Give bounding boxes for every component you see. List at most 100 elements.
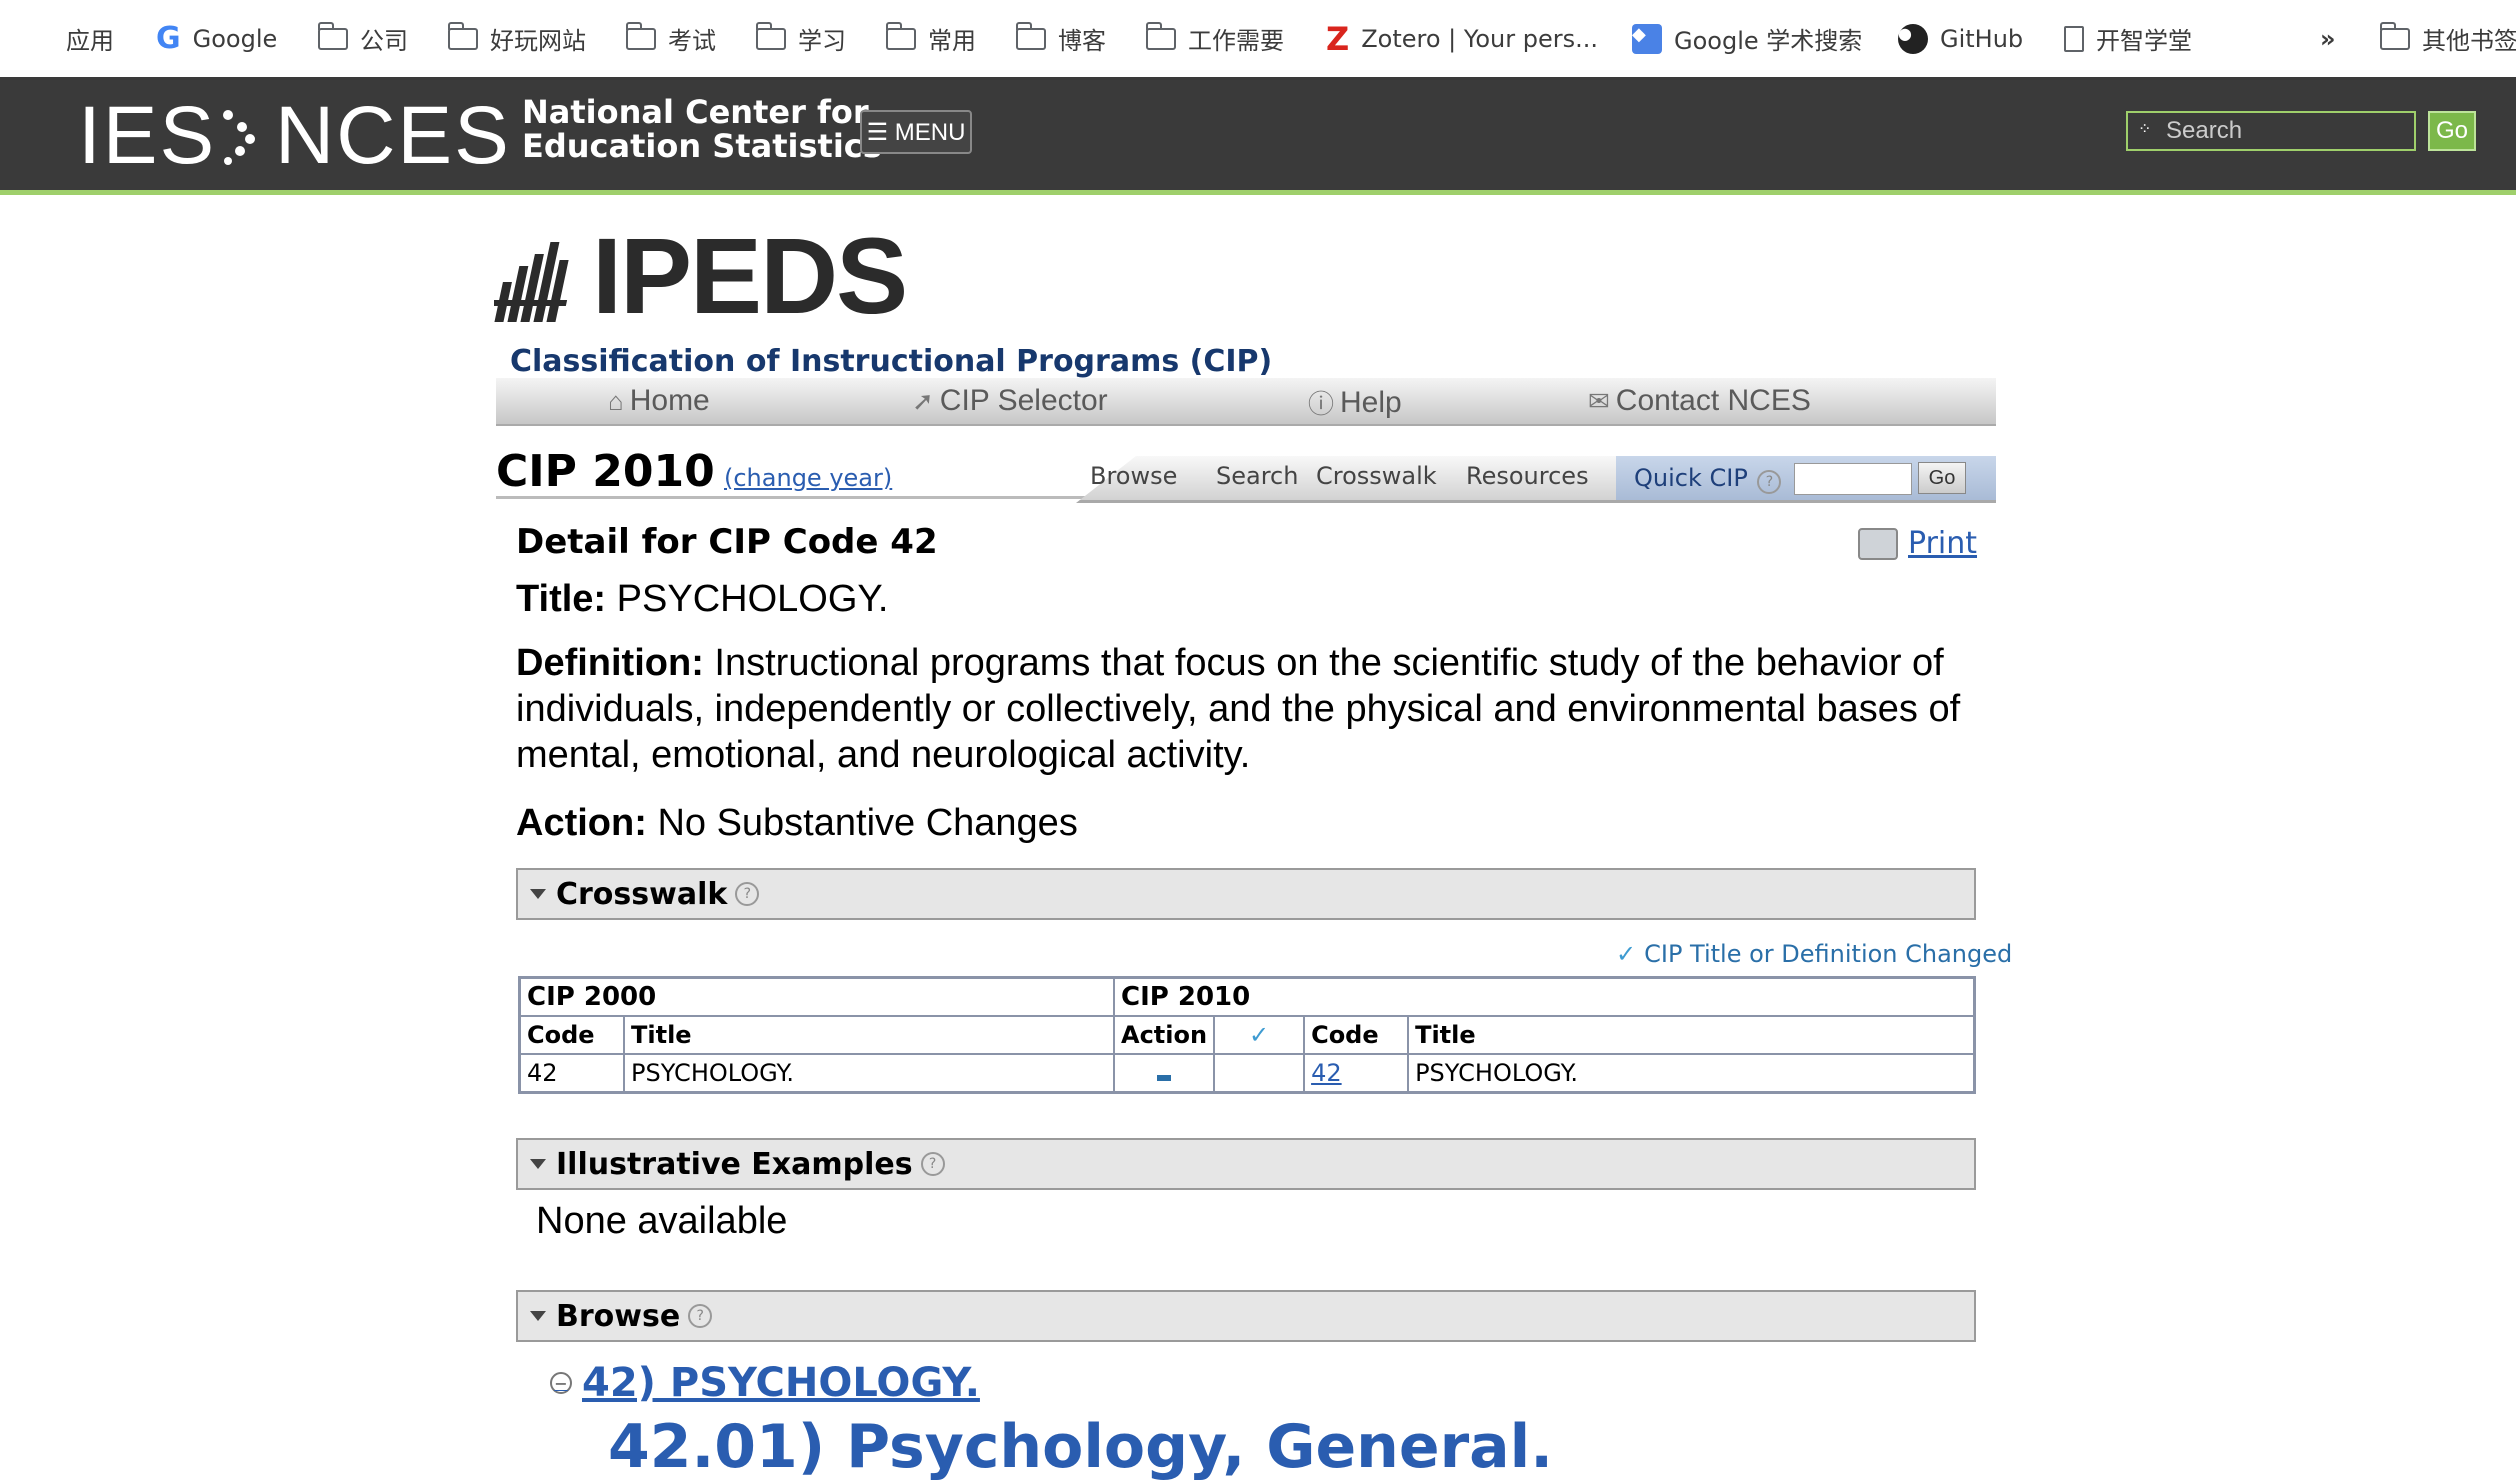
browse-heading: Browse [556,1298,681,1334]
bookmark-label: 其他书签 [2422,27,2516,55]
bookmark-label: Zotero | Your pers... [1361,24,1598,53]
pointer-icon: ➚ [912,385,934,416]
examples-section-toggle[interactable]: Illustrative Examples ? [516,1138,1976,1190]
nces-name-line1: National Center for [522,93,869,131]
bookmark-label: 工作需要 [1188,27,1284,55]
nav-help[interactable]: ⓘ Help [1308,384,1402,421]
table-row: 42 PSYCHOLOGY. 42 PSYCHOLOGY. [518,1053,1976,1094]
col-code-2000: Code [518,1015,625,1055]
nav-label: Home [629,384,710,417]
bookmark-apps[interactable]: 应用 [26,0,114,77]
quick-cip-go-button[interactable]: Go [1918,462,1966,494]
nav-label: Contact NCES [1615,384,1811,417]
nav-contact-nces[interactable]: ✉ Contact NCES [1588,384,1811,418]
folder-icon [625,21,656,50]
zotero-icon: Z [1326,19,1350,58]
cip-toolbar-divider [496,496,1096,499]
quick-cip-label: Quick CIP ? [1634,464,1782,494]
action-line: Action: No Substantive Changes [516,802,1078,845]
github-icon: ● [1898,23,1928,54]
col-title-2000: Title [623,1015,1115,1055]
browse-section-toggle[interactable]: Browse ? [516,1290,1976,1342]
collapse-triangle-icon [530,1159,546,1169]
bookmark-label: 常用 [928,27,976,55]
help-icon[interactable]: ? [1757,470,1782,494]
bookmark-label: 学习 [798,27,846,55]
folder-icon [2379,21,2410,50]
ipeds-bars-icon [494,242,569,322]
quick-cip-input[interactable] [1794,463,1912,495]
mail-icon: ✉ [1588,385,1610,416]
bookmark-label: 考试 [668,27,716,55]
bookmark-folder-work[interactable]: 工作需要 [1145,0,1284,77]
group-cip-2010: CIP 2010 [1113,976,1976,1017]
cip-subtitle: Classification of Instructional Programs… [510,344,1273,379]
col-code-2010: Code [1303,1015,1410,1055]
bookmarks-overflow-button[interactable]: » [2320,0,2336,77]
nces-banner: IES NCES National Center for Education S… [0,77,2516,195]
bookmark-other[interactable]: 其他书签 [2379,0,2516,77]
site-search-input[interactable]: ⁘ Search [2126,111,2416,151]
printer-icon [1858,527,1898,560]
collapse-minus-icon[interactable]: − [550,1372,572,1394]
folder-icon [1145,21,1176,50]
browse-link-label: 42) PSYCHOLOGY. [582,1360,980,1406]
crosswalk-legend: ✓ CIP Title or Definition Changed [1616,940,2012,968]
crosswalk-table: CIP 2000 CIP 2010 Code Title Action ✓ Co… [518,976,1976,1094]
collapse-triangle-icon [530,889,546,899]
search-dots-icon: ⁘ [2138,121,2152,138]
detail-heading: Detail for CIP Code 42 [516,522,938,562]
ipeds-logo[interactable]: IPEDS [494,222,908,330]
bookmark-google[interactable]: G Google [156,0,277,77]
site-search-go-button[interactable]: Go [2428,111,2476,151]
bookmark-folder-blogs[interactable]: 博客 [1015,0,1106,77]
ipeds-navbar: ⌂ Home ➚ CIP Selector ⓘ Help ✉ Contact N… [496,378,1996,426]
cip-code-link[interactable]: 42 [1311,1059,1342,1087]
folder-icon [755,21,786,50]
table-header-row: Code Title Action ✓ Code Title [518,1015,1976,1055]
examples-heading: Illustrative Examples [556,1146,913,1182]
tab-search[interactable]: Search [1216,462,1298,490]
no-change-icon [1157,1075,1172,1081]
bookmark-folder-fun-sites[interactable]: 好玩网站 [447,0,586,77]
print-link[interactable]: Print [1858,526,1977,561]
title-value: PSYCHOLOGY. [616,578,889,620]
browse-subitem[interactable]: 42.01) Psychology, General. [608,1412,1553,1482]
bookmark-google-scholar[interactable]: ◆ Google 学术搜索 [1632,0,1862,77]
definition-value: Instructional programs that focus on the… [516,642,1961,776]
tab-crosswalk[interactable]: Crosswalk [1316,462,1437,490]
ies-logo[interactable]: IES [78,89,216,183]
bookmark-folder-exams[interactable]: 考试 [625,0,716,77]
bookmark-folder-study[interactable]: 学习 [755,0,846,77]
title-line: Title: PSYCHOLOGY. [516,578,888,621]
print-label: Print [1908,526,1978,561]
collapse-triangle-icon [530,1311,546,1321]
menu-button[interactable]: ☰ MENU [860,110,972,154]
bookmark-zotero[interactable]: Z Zotero | Your pers... [1326,0,1598,77]
crosswalk-section-toggle[interactable]: Crosswalk ? [516,868,1976,920]
quick-cip-text: Quick CIP [1634,464,1748,492]
bookmark-github[interactable]: ● GitHub [1898,0,2023,77]
ies-nces-dots-icon [223,110,255,165]
tab-browse[interactable]: Browse [1090,462,1177,490]
cell-code-2000: 42 [518,1053,625,1094]
bookmark-label: 应用 [66,27,114,55]
cip-toolbar: CIP 2010 (change year) Browse Search Cro… [496,444,1996,503]
help-icon[interactable]: ? [920,1152,945,1176]
nces-logo[interactable]: NCES [275,89,511,183]
table-group-row: CIP 2000 CIP 2010 [518,976,1976,1017]
cell-code-2010: 42 [1303,1053,1410,1094]
bookmark-label: 公司 [360,27,408,55]
help-icon: ⓘ [1308,389,1335,419]
bookmark-folder-company[interactable]: 公司 [317,0,408,77]
help-icon[interactable]: ? [688,1304,713,1328]
bookmark-kaizhi[interactable]: 开智学堂 [2064,0,2192,77]
change-year-link[interactable]: (change year) [724,464,892,492]
bookmark-folder-common[interactable]: 常用 [885,0,976,77]
nav-cip-selector[interactable]: ➚ CIP Selector [912,384,1108,418]
search-placeholder: Search [2166,117,2243,144]
nav-home[interactable]: ⌂ Home [608,384,710,418]
browse-tree-item[interactable]: − 42) PSYCHOLOGY. [550,1360,980,1406]
help-icon[interactable]: ? [735,882,760,906]
tab-resources[interactable]: Resources [1466,462,1589,490]
